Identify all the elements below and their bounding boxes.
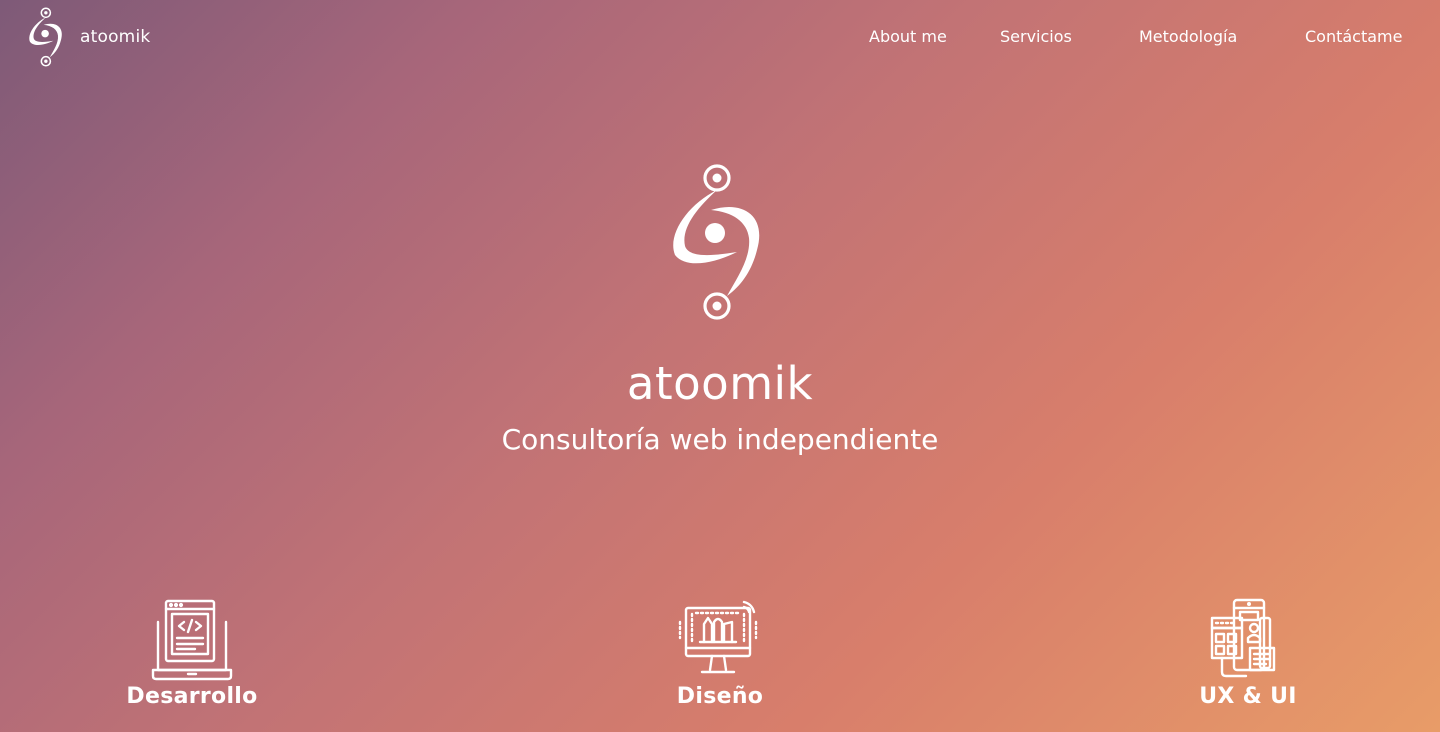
laptop-code-icon — [151, 599, 233, 681]
service-label: Desarrollo — [126, 684, 258, 709]
top-navbar: atoomik About me Servicios Metodología C… — [0, 0, 1440, 74]
service-label: Diseño — [676, 684, 764, 709]
brand-name: atoomik — [80, 27, 151, 47]
service-diseno[interactable]: Diseño — [600, 598, 840, 709]
nav-link-contactame[interactable]: Contáctame — [1305, 27, 1402, 46]
wireframe-layout-icon — [1210, 598, 1276, 678]
nav-link-about-me[interactable]: About me — [869, 27, 947, 46]
atoomik-logo-icon — [29, 7, 62, 67]
monitor-design-tools-icon — [678, 600, 758, 674]
hero-title: atoomik — [626, 357, 814, 410]
atoomik-logo-icon — [673, 164, 760, 320]
hero-section: atoomik Consultoría web independiente — [0, 150, 1440, 456]
nav-link-metodologia[interactable]: Metodología — [1139, 27, 1237, 46]
service-ux-ui[interactable]: UX & UI — [1128, 598, 1368, 709]
service-desarrollo[interactable]: Desarrollo — [72, 598, 312, 709]
hero-subtitle: Consultoría web independiente — [501, 423, 939, 456]
nav-link-servicios[interactable]: Servicios — [1000, 27, 1072, 46]
brand-home-link[interactable]: atoomik — [26, 6, 150, 68]
service-label: UX & UI — [1199, 684, 1297, 709]
